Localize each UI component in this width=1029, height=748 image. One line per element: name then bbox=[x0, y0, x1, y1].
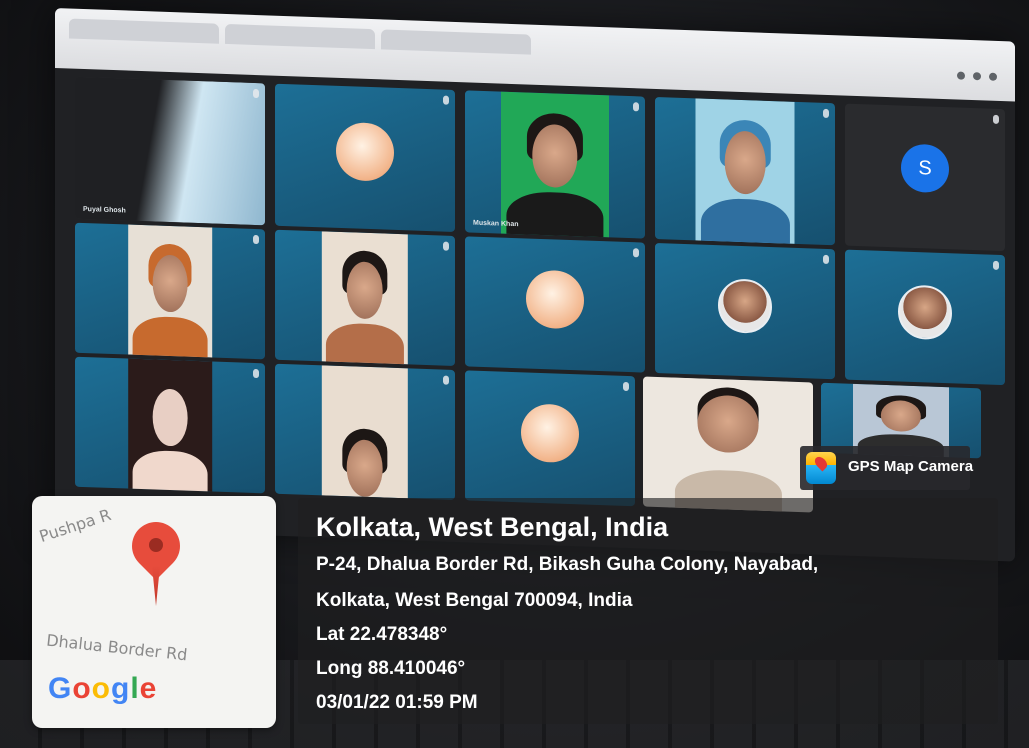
mic-icon bbox=[823, 108, 829, 119]
google-logo-letter: o bbox=[72, 672, 92, 705]
participant-tile[interactable]: Muskan Khan bbox=[465, 90, 645, 239]
google-logo-letter: G bbox=[48, 672, 73, 705]
map-road-label: Dhalua Border Rd bbox=[45, 630, 189, 665]
browser-tab[interactable] bbox=[381, 29, 531, 55]
participant-tile[interactable] bbox=[465, 370, 635, 507]
map-pin-dot bbox=[149, 538, 163, 552]
participant-tile[interactable] bbox=[75, 222, 265, 360]
participant-tile[interactable] bbox=[75, 356, 265, 494]
participant-tile[interactable] bbox=[655, 242, 835, 380]
participant-video bbox=[695, 98, 795, 246]
participant-video bbox=[501, 91, 609, 239]
mic-icon bbox=[443, 95, 449, 105]
participant-avatar bbox=[521, 403, 579, 464]
google-logo-letter: e bbox=[139, 672, 158, 705]
participant-tile[interactable] bbox=[655, 96, 835, 246]
map-thumbnail: Pushpa R Dhalua Border Rd Google bbox=[32, 496, 276, 728]
mic-icon bbox=[633, 102, 639, 112]
gps-camera-label: GPS Map Camera bbox=[848, 458, 974, 475]
map-pin-tail bbox=[152, 566, 160, 606]
participant-tile[interactable] bbox=[465, 236, 645, 373]
address-line-1: P-24, Dhalua Border Rd, Bikash Guha Colo… bbox=[316, 554, 819, 575]
participant-tile[interactable]: S bbox=[845, 103, 1005, 252]
participant-avatar bbox=[336, 122, 394, 183]
participant-name: Puyal Ghosh bbox=[83, 205, 126, 215]
participant-avatar bbox=[718, 277, 772, 334]
participant-avatar bbox=[898, 284, 952, 341]
mic-icon bbox=[993, 114, 999, 124]
longitude: Long 88.410046° bbox=[316, 658, 466, 679]
location-title: Kolkata, West Bengal, India bbox=[316, 512, 669, 542]
participant-avatar: S bbox=[901, 144, 949, 194]
participant-tile[interactable] bbox=[275, 229, 455, 366]
participant-tile[interactable] bbox=[275, 363, 455, 500]
mic-icon bbox=[253, 368, 259, 379]
google-logo-letter: g bbox=[111, 672, 131, 705]
participant-video bbox=[321, 365, 409, 499]
participant-tile[interactable]: Puyal Ghosh bbox=[75, 76, 265, 226]
mic-icon bbox=[443, 241, 449, 251]
latitude: Lat 22.478348° bbox=[316, 624, 448, 645]
participant-tile[interactable] bbox=[275, 83, 455, 232]
photo-scene: Puyal Ghosh Muskan Khan S GPS Map Camera… bbox=[0, 0, 1029, 748]
google-logo-letter: l bbox=[130, 672, 140, 705]
participant-video bbox=[668, 377, 788, 513]
address-line-2: Kolkata, West Bengal 700094, India bbox=[316, 590, 633, 611]
google-logo: Google bbox=[48, 672, 157, 706]
participant-tile[interactable] bbox=[845, 249, 1005, 386]
browser-tab[interactable] bbox=[225, 23, 375, 50]
mic-icon bbox=[823, 254, 829, 265]
mic-icon bbox=[633, 248, 639, 258]
google-logo-letter: o bbox=[91, 672, 111, 705]
participant-video bbox=[321, 231, 409, 366]
participant-avatar bbox=[526, 269, 584, 330]
participant-name: Muskan Khan bbox=[473, 219, 519, 229]
browser-tab[interactable] bbox=[69, 18, 219, 44]
participant-tile[interactable] bbox=[643, 376, 813, 513]
mic-icon bbox=[443, 375, 449, 385]
participant-video bbox=[128, 358, 212, 494]
timestamp: 03/01/22 01:59 PM bbox=[316, 692, 478, 713]
mic-icon bbox=[253, 88, 259, 99]
browser-extension-icons[interactable] bbox=[957, 71, 997, 81]
mic-icon bbox=[623, 381, 629, 392]
participant-video bbox=[128, 224, 212, 360]
mic-icon bbox=[253, 234, 259, 245]
mic-icon bbox=[993, 260, 999, 270]
map-place-label: Pushpa R bbox=[36, 505, 114, 546]
